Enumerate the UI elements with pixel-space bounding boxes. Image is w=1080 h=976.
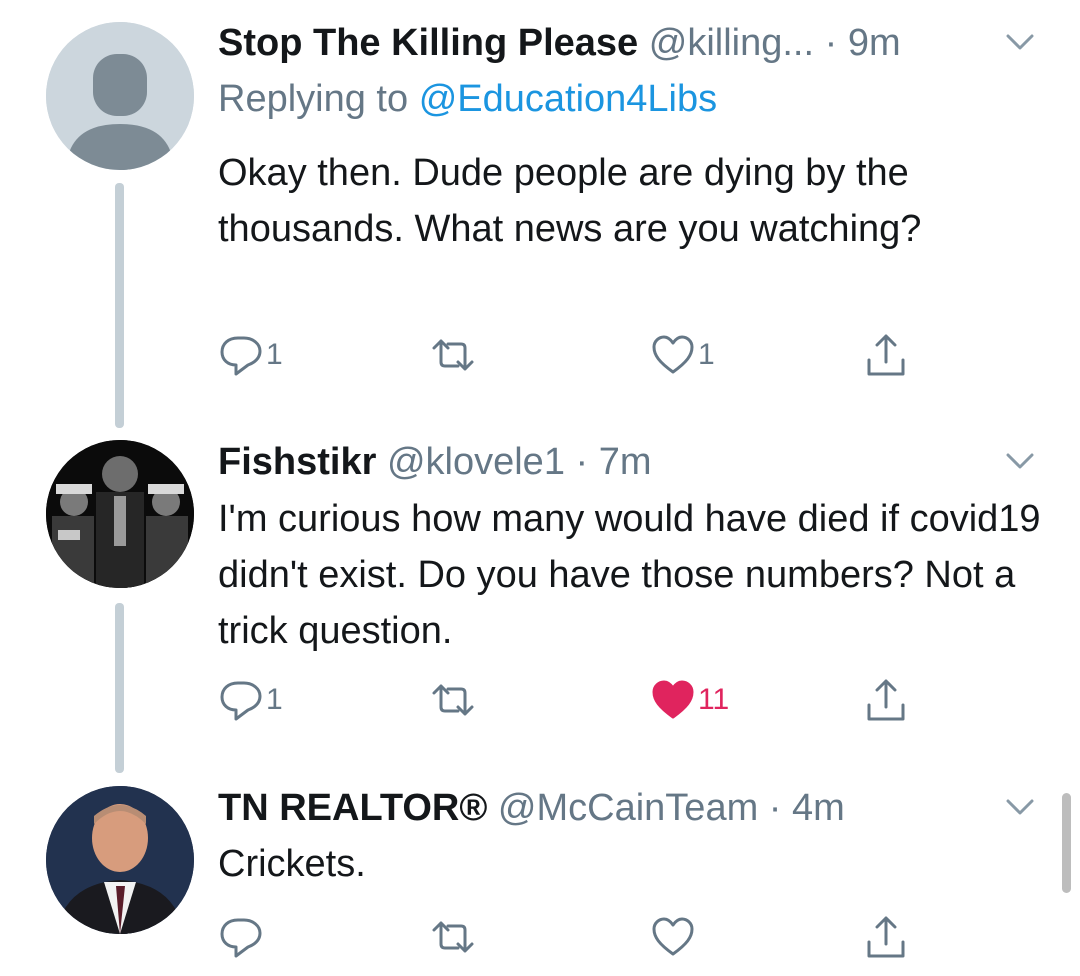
retweet-button[interactable]	[430, 912, 476, 962]
heart-icon	[652, 917, 694, 956]
timestamp[interactable]: · 7m	[576, 441, 652, 483]
reply-icon	[220, 681, 262, 721]
user-handle[interactable]: @McCainTeam	[498, 787, 758, 829]
tweet-text: I'm curious how many would have died if …	[218, 498, 1041, 652]
share-button[interactable]	[863, 912, 909, 962]
heart-icon	[652, 335, 694, 374]
tweet-actions: 1 11	[218, 675, 918, 725]
like-count: 1	[698, 338, 715, 371]
tweet-actions: 1 1	[218, 330, 918, 380]
replying-to: Replying to @Education4Libs	[218, 76, 717, 122]
thread-line	[115, 603, 124, 773]
reply-icon	[220, 336, 262, 376]
share-icon	[867, 679, 905, 721]
timestamp[interactable]: · 9m	[825, 22, 901, 64]
tweet-text: Crickets.	[218, 843, 366, 885]
share-button[interactable]	[863, 675, 909, 725]
chevron-down-icon[interactable]	[1000, 443, 1040, 479]
reply-button[interactable]	[218, 912, 266, 962]
tweet-2[interactable]: Fishstikr @klovele1 · 7m I'm curious how…	[0, 430, 1080, 773]
share-button[interactable]	[863, 330, 909, 380]
thread-line	[115, 183, 124, 428]
tweet-text: Okay then. Dude people are dying by the …	[218, 152, 922, 250]
reply-button[interactable]: 1	[218, 675, 283, 725]
tweet-header: TN REALTOR® @McCainTeam · 4m	[218, 785, 1040, 831]
replying-to-label: Replying to	[218, 78, 409, 120]
replying-to-handle[interactable]: @Education4Libs	[419, 78, 717, 120]
retweet-button[interactable]	[430, 330, 476, 380]
display-name[interactable]: TN REALTOR®	[218, 787, 487, 829]
tweet-header: Fishstikr @klovele1 · 7m	[218, 439, 1040, 485]
display-name[interactable]: Fishstikr	[218, 441, 376, 483]
tweet-header: Stop The Killing Please @killing... · 9m	[218, 20, 1040, 66]
share-icon	[867, 334, 905, 376]
retweet-icon	[432, 921, 474, 953]
share-icon	[867, 916, 905, 958]
heart-filled-icon	[652, 680, 694, 719]
tweet-3[interactable]: TN REALTOR® @McCainTeam · 4m Crickets.	[0, 776, 1080, 976]
chevron-down-icon[interactable]	[1000, 24, 1040, 60]
like-button[interactable]: 11	[650, 675, 729, 725]
default-person-icon	[46, 22, 194, 170]
reply-button[interactable]: 1	[218, 330, 283, 380]
scrollbar[interactable]	[1062, 793, 1071, 893]
avatar-fishstikr[interactable]	[46, 440, 194, 588]
retweet-icon	[432, 339, 474, 371]
like-count: 11	[698, 683, 730, 716]
tweet-actions	[218, 912, 918, 962]
tweet-1[interactable]: Stop The Killing Please @killing... · 9m…	[0, 0, 1080, 428]
reply-count: 1	[266, 683, 283, 716]
avatar-tn-realtor[interactable]	[46, 786, 194, 934]
reply-count: 1	[266, 338, 283, 371]
retweet-icon	[432, 684, 474, 716]
timestamp[interactable]: · 4m	[769, 787, 845, 829]
chevron-down-icon[interactable]	[1000, 789, 1040, 825]
like-button[interactable]	[650, 912, 698, 962]
man-suit-photo-image	[46, 786, 194, 934]
reply-icon	[220, 918, 262, 958]
like-button[interactable]: 1	[650, 330, 715, 380]
avatar-default[interactable]	[46, 22, 194, 170]
user-handle[interactable]: @killing...	[649, 22, 814, 64]
display-name[interactable]: Stop The Killing Please	[218, 22, 638, 64]
group-photo-image	[46, 440, 194, 588]
retweet-button[interactable]	[430, 675, 476, 725]
user-handle[interactable]: @klovele1	[387, 441, 565, 483]
